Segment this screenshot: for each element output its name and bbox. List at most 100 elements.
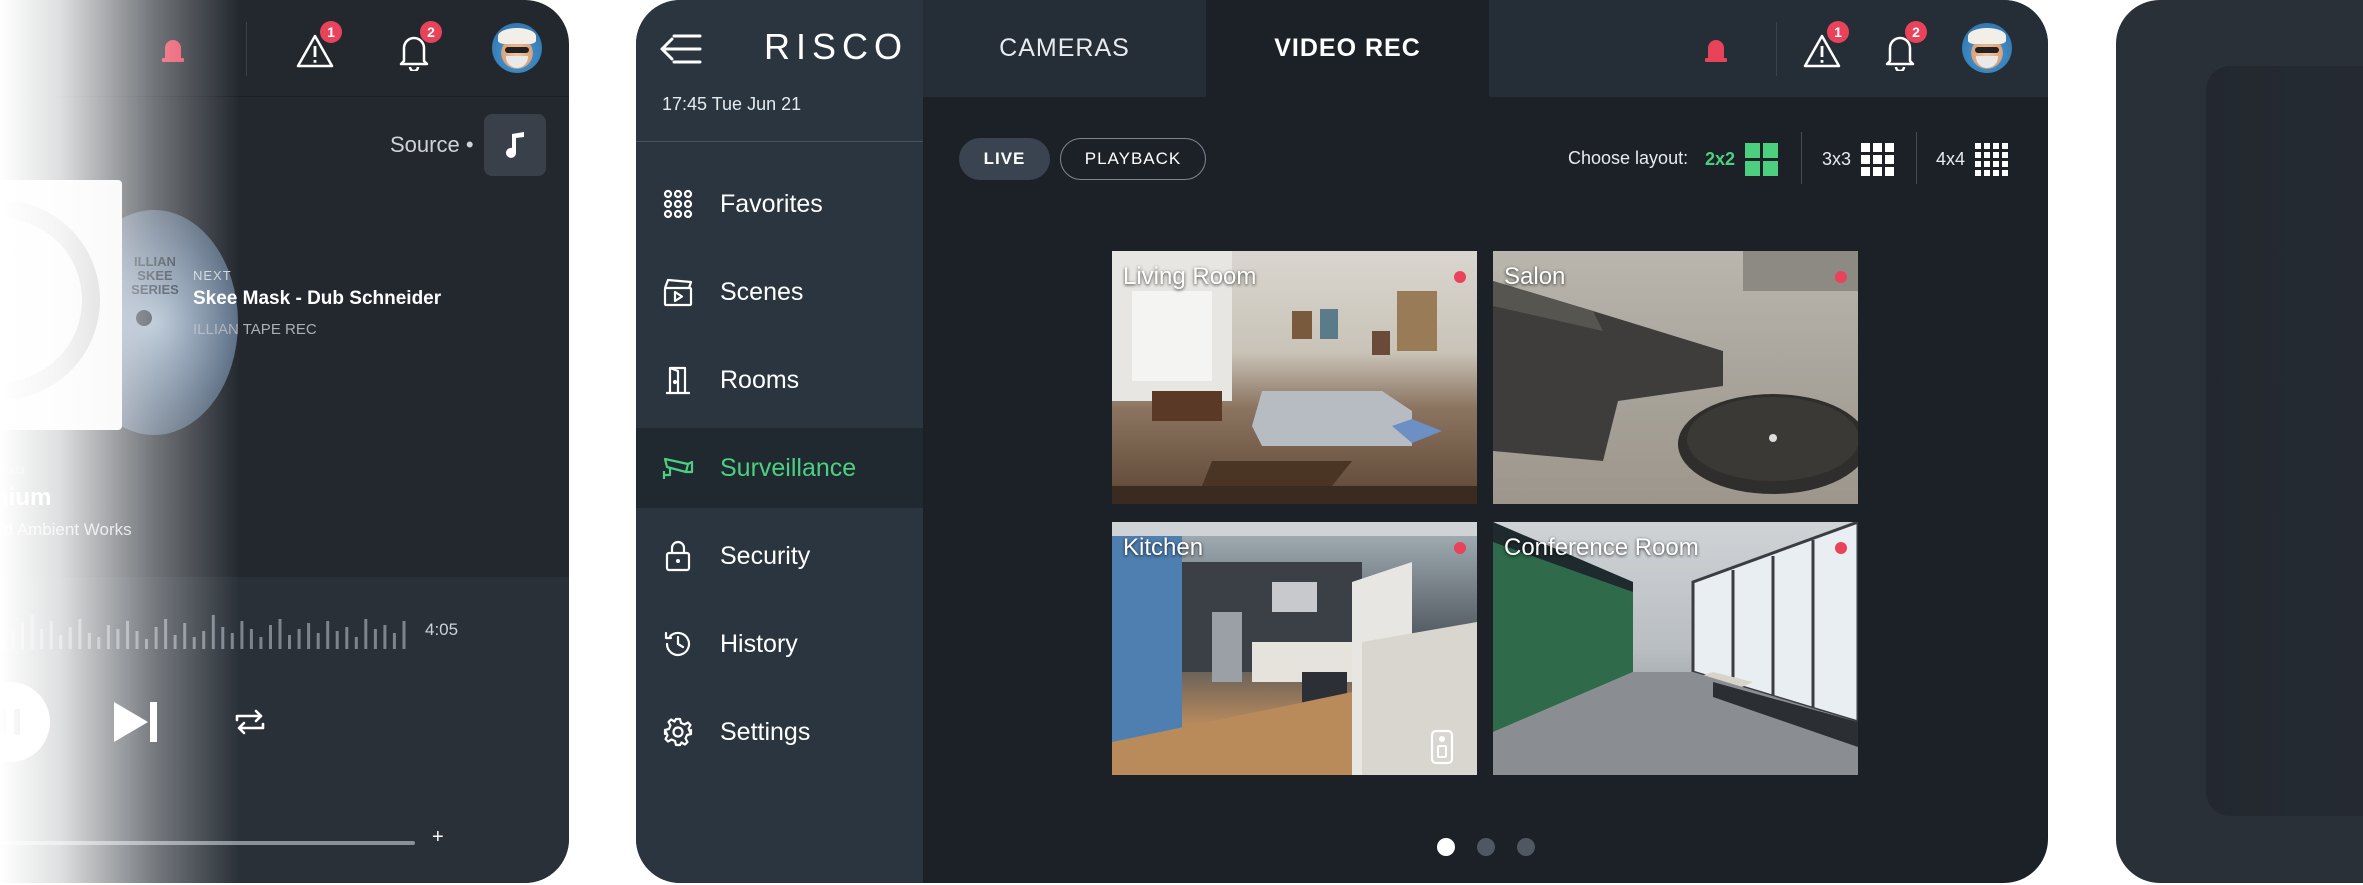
next-track-label: ILLIAN TAPE REC <box>193 321 317 338</box>
track-duration: 4:05 <box>425 620 459 639</box>
sidebar-item-favorites[interactable]: Favorites <box>636 164 923 244</box>
recording-indicator <box>1454 271 1466 283</box>
alert-badge: 1 <box>320 21 342 43</box>
divider <box>1916 132 1917 184</box>
grid-3x3-icon <box>1861 142 1895 176</box>
waveform-bar <box>202 631 206 649</box>
live-mode-button[interactable]: LIVE <box>959 138 1050 180</box>
volume-slider[interactable] <box>0 841 415 845</box>
blur-overlay <box>2116 0 2363 883</box>
waveform-bar <box>259 637 263 649</box>
recording-indicator <box>1454 542 1466 554</box>
notification-badge: 2 <box>420 21 442 43</box>
intercom-device-icon <box>1430 729 1454 765</box>
layout-3x3-button[interactable]: 3x3 <box>1822 138 1895 180</box>
waveform-bar <box>78 619 82 649</box>
waveform-bar <box>192 637 196 649</box>
sidebar: RISCO 17:45 Tue Jun 21 Favorites Scenes <box>636 0 923 883</box>
waveform-bar <box>278 619 282 649</box>
sidebar-item-label: Security <box>720 541 811 570</box>
scenes-clapper-icon <box>662 276 694 308</box>
waveform[interactable] <box>0 605 410 649</box>
sidebar-item-surveillance[interactable]: Surveillance <box>636 428 923 508</box>
back-menu-icon[interactable] <box>660 32 702 66</box>
siren-icon[interactable] <box>158 34 188 64</box>
waveform-bar <box>269 625 272 649</box>
waveform-bar <box>230 633 234 649</box>
rooms-door-icon <box>662 364 694 396</box>
skip-next-button[interactable] <box>108 696 164 748</box>
page-indicator <box>1437 838 1535 856</box>
divider <box>1801 132 1802 184</box>
waveform-bar <box>106 625 110 649</box>
risco-app-window: RISCO 17:45 Tue Jun 21 Favorites Scenes <box>636 0 2048 883</box>
sidebar-item-label: Favorites <box>720 189 823 218</box>
user-avatar[interactable] <box>492 23 542 73</box>
sidebar-item-security[interactable]: Security <box>636 516 923 596</box>
next-label: NEXT <box>193 268 232 283</box>
skip-next-icon <box>114 702 157 742</box>
waveform-bar <box>164 619 168 649</box>
cover-text: ILLIAN SKEE SERIES <box>131 254 179 297</box>
settings-gear-icon <box>662 716 694 748</box>
sidebar-item-history[interactable]: History <box>636 604 923 684</box>
top-navigation: CAMERAS VIDEO REC 1 2 <box>923 0 2048 97</box>
sidebar-item-settings[interactable]: Settings <box>636 692 923 772</box>
camera-tile-conference-room[interactable]: Conference Room <box>1493 522 1858 775</box>
waveform-bar <box>335 631 339 649</box>
repeat-icon <box>235 709 265 735</box>
waveform-bar <box>316 633 320 649</box>
camera-tile-salon[interactable]: Salon <box>1493 251 1858 504</box>
camera-tile-kitchen[interactable]: Kitchen <box>1112 522 1477 775</box>
sidebar-item-scenes[interactable]: Scenes <box>636 252 923 332</box>
page-dot[interactable] <box>1437 838 1455 856</box>
waveform-bar <box>173 635 177 649</box>
choose-layout-label: Choose layout: <box>1568 148 1689 168</box>
sidebar-item-rooms[interactable]: Rooms <box>636 340 923 420</box>
page-dot[interactable] <box>1517 838 1535 856</box>
waveform-bar <box>373 629 377 649</box>
track-number: 003 <box>6 465 25 477</box>
alert-badge: 1 <box>1827 21 1849 43</box>
user-avatar[interactable] <box>1962 23 2012 73</box>
waveform-bar <box>240 621 244 649</box>
repeat-button[interactable] <box>230 704 270 740</box>
waveform-bar <box>221 627 225 649</box>
siren-icon[interactable] <box>1701 34 1731 64</box>
waveform-bar <box>183 623 187 649</box>
waveform-bar <box>249 629 253 649</box>
waveform-bar <box>297 629 301 649</box>
volume-up-button[interactable]: + <box>432 826 444 849</box>
tab-cameras[interactable]: CAMERAS <box>923 0 1206 97</box>
waveform-bar <box>307 623 311 649</box>
waveform-bar <box>392 633 396 649</box>
tab-video-rec[interactable]: VIDEO REC <box>1206 0 1489 97</box>
waveform-bar <box>345 627 349 649</box>
current-track-title: nium <box>0 484 52 511</box>
waveform-bar <box>145 639 148 649</box>
layout-2x2-button[interactable]: 2x2 <box>1705 138 1779 180</box>
waveform-bar <box>2 639 5 649</box>
waveform-bar <box>326 621 330 649</box>
current-track-artist: ed Ambient Works <box>0 520 132 539</box>
source-label: Source • <box>390 132 474 157</box>
divider <box>1776 22 1777 76</box>
next-track-title: Skee Mask - Dub Schneider <box>193 288 442 309</box>
waveform-bar <box>116 629 120 649</box>
waveform-bar <box>364 619 368 649</box>
page-dot[interactable] <box>1477 838 1495 856</box>
waveform-bar <box>97 637 101 649</box>
camera-tile-living-room[interactable]: Living Room <box>1112 251 1477 504</box>
source-button[interactable] <box>484 114 546 176</box>
recording-indicator <box>1835 271 1847 283</box>
sidebar-item-label: Settings <box>720 717 811 746</box>
right-blurred-panel <box>2116 0 2363 883</box>
waveform-bar <box>126 621 129 649</box>
waveform-bar <box>87 633 91 649</box>
waveform-bar <box>68 627 72 649</box>
camera-name: Living Room <box>1123 263 1257 290</box>
waveform-bar <box>383 625 387 649</box>
layout-4x4-button[interactable]: 4x4 <box>1936 138 2009 180</box>
waveform-bar <box>11 631 15 649</box>
playback-mode-button[interactable]: PLAYBACK <box>1060 138 1206 180</box>
